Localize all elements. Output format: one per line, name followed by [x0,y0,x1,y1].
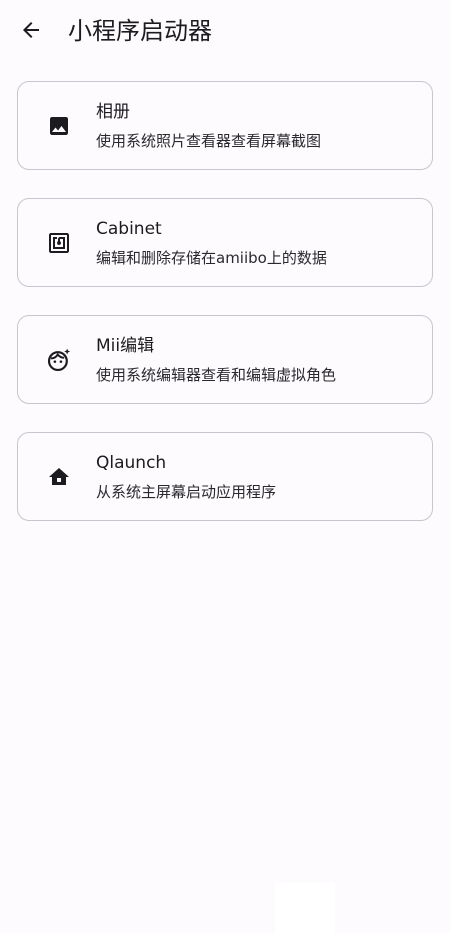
image-icon [46,113,72,139]
nfc-icon [46,230,72,256]
page-title: 小程序启动器 [68,17,212,45]
applet-description: 使用系统编辑器查看和编辑虚拟角色 [96,366,337,384]
top-app-bar: 小程序启动器 [0,0,450,64]
screen: 小程序启动器 相册 使用系统照片查看器查看屏幕截图 Cabinet 编辑和删除存… [0,0,450,933]
back-button[interactable] [16,15,46,45]
arrow-back-icon [23,22,39,38]
applet-title: Mii编辑 [96,336,155,356]
applet-list: 相册 使用系统照片查看器查看屏幕截图 Cabinet 编辑和删除存储在amiib… [17,81,433,549]
applet-title: 相册 [96,102,130,122]
applet-title: Qlaunch [96,453,167,473]
home-icon [46,464,72,490]
navigation-bar-area [275,883,335,933]
applet-description: 编辑和删除存储在amiibo上的数据 [96,249,327,267]
applet-card-mii-edit[interactable]: Mii编辑 使用系统编辑器查看和编辑虚拟角色 [17,315,433,404]
applet-card-cabinet[interactable]: Cabinet 编辑和删除存储在amiibo上的数据 [17,198,433,287]
applet-description: 从系统主屏幕启动应用程序 [96,483,277,501]
applet-card-album[interactable]: 相册 使用系统照片查看器查看屏幕截图 [17,81,433,170]
applet-title: Cabinet [96,219,162,239]
applet-card-qlaunch[interactable]: Qlaunch 从系统主屏幕启动应用程序 [17,432,433,521]
applet-description: 使用系统照片查看器查看屏幕截图 [96,132,322,150]
face-icon [46,347,72,373]
